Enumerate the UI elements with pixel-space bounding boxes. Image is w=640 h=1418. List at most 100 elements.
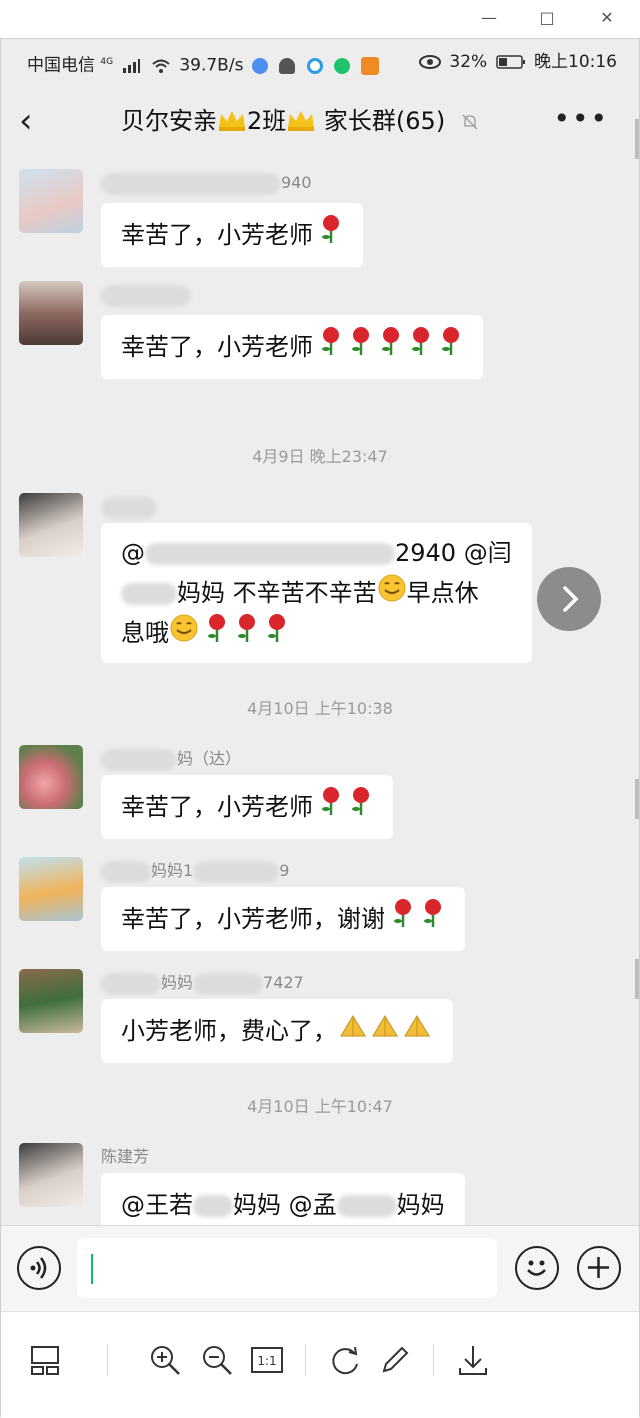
plus-icon	[588, 1257, 609, 1278]
avatar[interactable]	[19, 857, 83, 921]
smile-emoji-icon	[377, 573, 407, 615]
toolbar-divider	[107, 1344, 108, 1376]
message-bubble[interactable]: 幸苦了，小芳老师	[101, 775, 393, 839]
avatar[interactable]	[19, 1143, 83, 1207]
avatar[interactable]	[19, 493, 83, 557]
network-type: 4G	[100, 57, 114, 67]
edit-button[interactable]	[377, 1342, 413, 1378]
maximize-icon[interactable]: □	[532, 6, 562, 30]
rose-icon	[319, 204, 343, 268]
mute-bell-icon	[462, 114, 478, 130]
avatar[interactable]	[19, 745, 83, 809]
battery-percent: 32%	[449, 52, 488, 72]
message-bubble[interactable]: @王若妈妈 @孟妈妈 180@妈妈	[101, 1173, 465, 1225]
message-bubble[interactable]: 幸苦了，小芳老师	[101, 315, 483, 379]
rose-icon	[439, 316, 463, 380]
emoji-icon	[527, 1260, 546, 1276]
pray-emoji-icon	[401, 1000, 433, 1064]
clock: 晚上10:16	[534, 52, 617, 72]
zoom-in-button[interactable]	[147, 1342, 183, 1378]
sender-name: 妈妈1 9	[101, 859, 289, 883]
chat-input-bar	[1, 1225, 639, 1311]
message-bubble[interactable]: 幸苦了，小芳老师，谢谢	[101, 887, 465, 951]
play-icon	[334, 57, 351, 74]
text-caret	[91, 1254, 93, 1284]
sender-name: 妈妈 7427	[101, 971, 304, 995]
actual-size-icon: 1:1	[251, 1347, 283, 1373]
rotate-button[interactable]	[327, 1342, 363, 1378]
sender-name: 940	[101, 171, 312, 195]
wifi-icon	[152, 59, 170, 73]
carrier-label: 中国电信	[27, 55, 95, 76]
sender-name: 陈建芳	[101, 1147, 150, 1166]
message-bubble[interactable]: 小芳老师，费心了，	[101, 999, 453, 1063]
app-orange-icon	[361, 56, 380, 75]
app-notification-icon	[251, 57, 268, 74]
download-icon	[459, 1346, 487, 1375]
status-bar: 中国电信 4G 39.7B/s 32% 晚上10:16	[1, 39, 639, 85]
background-window-edge	[635, 779, 639, 819]
rose-icon	[205, 613, 229, 655]
background-window-edge	[635, 959, 639, 999]
message-bubble[interactable]: 幸苦了，小芳老师	[101, 203, 363, 267]
pencil-icon	[382, 1346, 409, 1373]
sender-name	[101, 283, 191, 307]
rotate-icon	[332, 1346, 358, 1375]
back-button[interactable]: ‹	[19, 103, 49, 139]
message-text: 小芳老师，费心了，	[121, 1017, 337, 1045]
more-options-button[interactable]: •••	[553, 105, 609, 133]
zoom-in-icon	[151, 1346, 180, 1375]
message-text: 幸苦了，小芳老师	[121, 221, 313, 249]
qq-icon	[279, 57, 296, 74]
rose-icon	[391, 888, 415, 952]
emoji-button[interactable]	[515, 1246, 559, 1290]
chat-title-part1: 贝尔安亲	[121, 107, 217, 135]
message-bubble[interactable]: @2940 @闫 妈妈 不辛苦不辛苦 早点休 息哦	[101, 523, 532, 663]
avatar[interactable]	[19, 169, 83, 233]
viewer-window-titlebar: — □ ✕	[0, 0, 640, 38]
sender-name: 妈（达）	[101, 747, 241, 771]
zoom-out-button[interactable]	[199, 1342, 235, 1378]
timestamp: 4月10日 上午10:47	[247, 1097, 393, 1116]
network-speed: 39.7B/s	[179, 55, 244, 76]
plus-button[interactable]	[577, 1246, 621, 1290]
svg-text:1:1: 1:1	[257, 1354, 276, 1368]
pray-emoji-icon	[369, 1000, 401, 1064]
app-ring-icon	[306, 57, 323, 74]
chat-title: 贝尔安亲 2班 家长群(65)	[121, 105, 479, 137]
actual-size-button[interactable]: 1:1	[249, 1342, 285, 1378]
eye-icon	[418, 55, 441, 69]
signal-icon	[122, 58, 140, 73]
close-icon[interactable]: ✕	[592, 6, 622, 30]
timestamp: 4月9日 晚上23:47	[252, 447, 388, 466]
toolbar-divider	[433, 1344, 434, 1376]
rose-icon	[349, 316, 373, 380]
rose-icon	[409, 316, 433, 380]
crown-icon	[288, 111, 315, 131]
next-image-button[interactable]	[537, 567, 601, 631]
zoom-out-icon	[203, 1346, 232, 1375]
chevron-right-icon	[563, 586, 579, 612]
timestamp: 4月10日 上午10:38	[247, 699, 393, 718]
voice-button[interactable]	[17, 1246, 61, 1290]
message-input[interactable]	[77, 1238, 497, 1298]
avatar[interactable]	[19, 969, 83, 1033]
toolbar-divider	[305, 1344, 306, 1376]
pray-emoji-icon	[337, 1000, 369, 1064]
thumbnail-button[interactable]	[27, 1342, 63, 1378]
phone-screen: 中国电信 4G 39.7B/s 32% 晚上10:16 ‹ 贝尔安亲 2班 家长群…	[0, 38, 640, 1418]
message-list[interactable]: 940 幸苦了，小芳老师 幸苦了，小芳老师 4月9日 晚上23:47 @2940…	[1, 157, 639, 1225]
avatar[interactable]	[19, 281, 83, 345]
rose-icon	[379, 316, 403, 380]
crown-icon	[219, 111, 245, 131]
image-viewer-toolbar: 1:1	[1, 1311, 639, 1418]
rose-icon	[319, 776, 343, 840]
message-text: 幸苦了，小芳老师	[121, 793, 313, 821]
download-button[interactable]	[455, 1342, 491, 1378]
rose-icon	[235, 613, 259, 655]
rose-icon	[349, 776, 373, 840]
chat-title-part2: 2班	[247, 107, 287, 135]
rose-icon	[421, 888, 445, 952]
minimize-icon[interactable]: —	[474, 6, 504, 30]
rose-icon	[265, 613, 289, 655]
